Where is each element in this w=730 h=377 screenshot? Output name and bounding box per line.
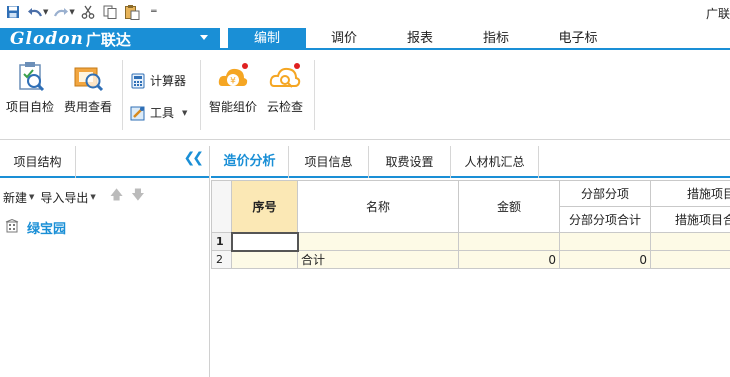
fee-check-label: 费用查看 — [63, 100, 112, 114]
cell-amount[interactable]: 0 — [458, 250, 560, 269]
tab-reports[interactable]: 报表 — [382, 28, 458, 50]
tab-indicators[interactable]: 指标 — [458, 28, 534, 50]
tab-compile[interactable]: 编制 — [228, 28, 306, 50]
ribbon-tab-bar: Glodon 广联达 编制 调价 报表 指标 电子标 — [0, 28, 730, 50]
tab-cost-analysis[interactable]: 造价分析 — [211, 146, 289, 178]
cell-amount[interactable] — [458, 232, 560, 251]
project-structure-pane: 项目结构 ❮❮ 新建 ▼ 导入导出 ▼ 🡅 🡇 绿宝园 — [0, 146, 210, 377]
column-header-sub-total[interactable]: 分部分项合计 — [559, 206, 651, 233]
tab-project-structure[interactable]: 项目结构 — [0, 146, 76, 178]
column-header-seq[interactable]: 序号 — [231, 180, 298, 233]
move-down-icon[interactable]: 🡇 — [131, 186, 144, 208]
column-group-measures[interactable]: 措施项目 — [650, 180, 730, 207]
new-button[interactable]: 新建 — [3, 189, 27, 206]
project-check-button[interactable]: 项目自检 — [4, 60, 56, 115]
tab-labor-material-summary[interactable]: 人材机汇总 — [451, 146, 539, 178]
building-icon — [5, 218, 19, 236]
cell-sub-total[interactable] — [559, 232, 651, 251]
cell-measure-total[interactable] — [650, 250, 730, 269]
calculator-button[interactable]: 计算器 — [130, 72, 186, 89]
tools-dropdown-icon: ▼ — [182, 108, 188, 117]
calculator-icon — [130, 73, 146, 89]
fee-check-icon — [71, 60, 105, 94]
column-header-name[interactable]: 名称 — [297, 180, 459, 233]
copy-icon[interactable] — [101, 3, 119, 21]
cell-seq[interactable] — [231, 250, 298, 269]
undo-dropdown-icon[interactable]: ▼ — [43, 8, 48, 16]
table-row[interactable]: 2 合计 0 0 — [211, 250, 730, 269]
move-up-icon[interactable]: 🡅 — [110, 186, 123, 208]
project-check-label: 项目自检 — [5, 100, 54, 114]
logo-cn: 广联达 — [85, 30, 131, 49]
smart-price-label: 智能组价 — [208, 100, 257, 114]
customize-toolbar-icon[interactable]: ═ — [145, 3, 163, 21]
cell-seq[interactable] — [230, 231, 299, 252]
column-header-amount[interactable]: 金额 — [458, 180, 560, 233]
save-icon[interactable] — [4, 3, 22, 21]
tab-project-info[interactable]: 项目信息 — [289, 146, 369, 178]
tools-icon — [130, 105, 146, 121]
import-export-dropdown-icon[interactable]: ▼ — [90, 193, 95, 201]
logo-latin: Glodon — [10, 29, 84, 49]
redo-icon[interactable] — [52, 3, 70, 21]
fee-check-button[interactable]: 费用查看 — [62, 60, 114, 115]
paste-icon[interactable] — [123, 3, 141, 21]
row-number[interactable]: 2 — [211, 250, 232, 269]
ribbon-panel: 项目自检 费用查看 计算器 工具 ▼ ¥ 智能组价 云检查 — [0, 52, 730, 140]
calculator-label: 计算器 — [150, 74, 187, 88]
row-number[interactable]: 1 — [211, 232, 232, 251]
cell-measure-total[interactable] — [650, 232, 730, 251]
svg-text:¥: ¥ — [230, 77, 236, 87]
window-title: 广联 — [705, 7, 730, 21]
tree-node-label: 绿宝园 — [27, 221, 67, 237]
cloud-check-label: 云检查 — [266, 100, 303, 114]
content-tab-bar: 造价分析 项目信息 取费设置 人材机汇总 — [211, 146, 730, 178]
tree-node-project[interactable]: 绿宝园 — [0, 216, 209, 238]
ribbon-separator — [122, 60, 123, 130]
app-menu-button[interactable]: Glodon 广联达 — [0, 28, 220, 50]
cut-icon[interactable] — [79, 3, 97, 21]
cloud-check-icon — [268, 60, 302, 94]
tools-label: 工具 — [150, 106, 175, 120]
smart-price-icon: ¥ — [216, 60, 250, 94]
tab-e-bid[interactable]: 电子标 — [534, 28, 622, 50]
corner-cell[interactable] — [211, 180, 232, 233]
column-group-sub-items[interactable]: 分部分项 — [559, 180, 651, 207]
project-structure-header: 项目结构 ❮❮ — [0, 146, 209, 178]
cell-name[interactable] — [297, 232, 459, 251]
project-check-icon — [13, 60, 47, 94]
tab-price-adjust[interactable]: 调价 — [306, 28, 382, 50]
import-export-button[interactable]: 导入导出 — [40, 189, 88, 206]
collapse-pane-icon[interactable]: ❮❮ — [184, 150, 205, 166]
ribbon-separator — [200, 60, 201, 130]
quick-access-toolbar: ▼ ▼ ═ 广联 — [0, 0, 730, 24]
redo-dropdown-icon[interactable]: ▼ — [69, 8, 74, 16]
cloud-check-button[interactable]: 云检查 — [262, 60, 308, 115]
column-header-measure-total[interactable]: 措施项目合计 — [650, 206, 730, 233]
cell-name[interactable]: 合计 — [297, 250, 459, 269]
tab-fee-settings[interactable]: 取费设置 — [369, 146, 451, 178]
undo-icon[interactable] — [26, 3, 44, 21]
cost-analysis-grid: 序号 名称 金额 分部分项 措施项目 分部分项合计 措施项目合计 1 2 合计 … — [211, 180, 730, 377]
smart-price-button[interactable]: ¥ 智能组价 — [206, 60, 260, 115]
new-dropdown-icon[interactable]: ▼ — [29, 193, 34, 201]
project-structure-toolbar: 新建 ▼ 导入导出 ▼ 🡅 🡇 — [0, 178, 209, 216]
table-row[interactable]: 1 — [211, 231, 730, 252]
ribbon-separator — [314, 60, 315, 130]
cell-sub-total[interactable]: 0 — [559, 250, 651, 269]
tools-button[interactable]: 工具 ▼ — [130, 104, 187, 121]
app-menu-arrow-icon — [200, 35, 208, 40]
